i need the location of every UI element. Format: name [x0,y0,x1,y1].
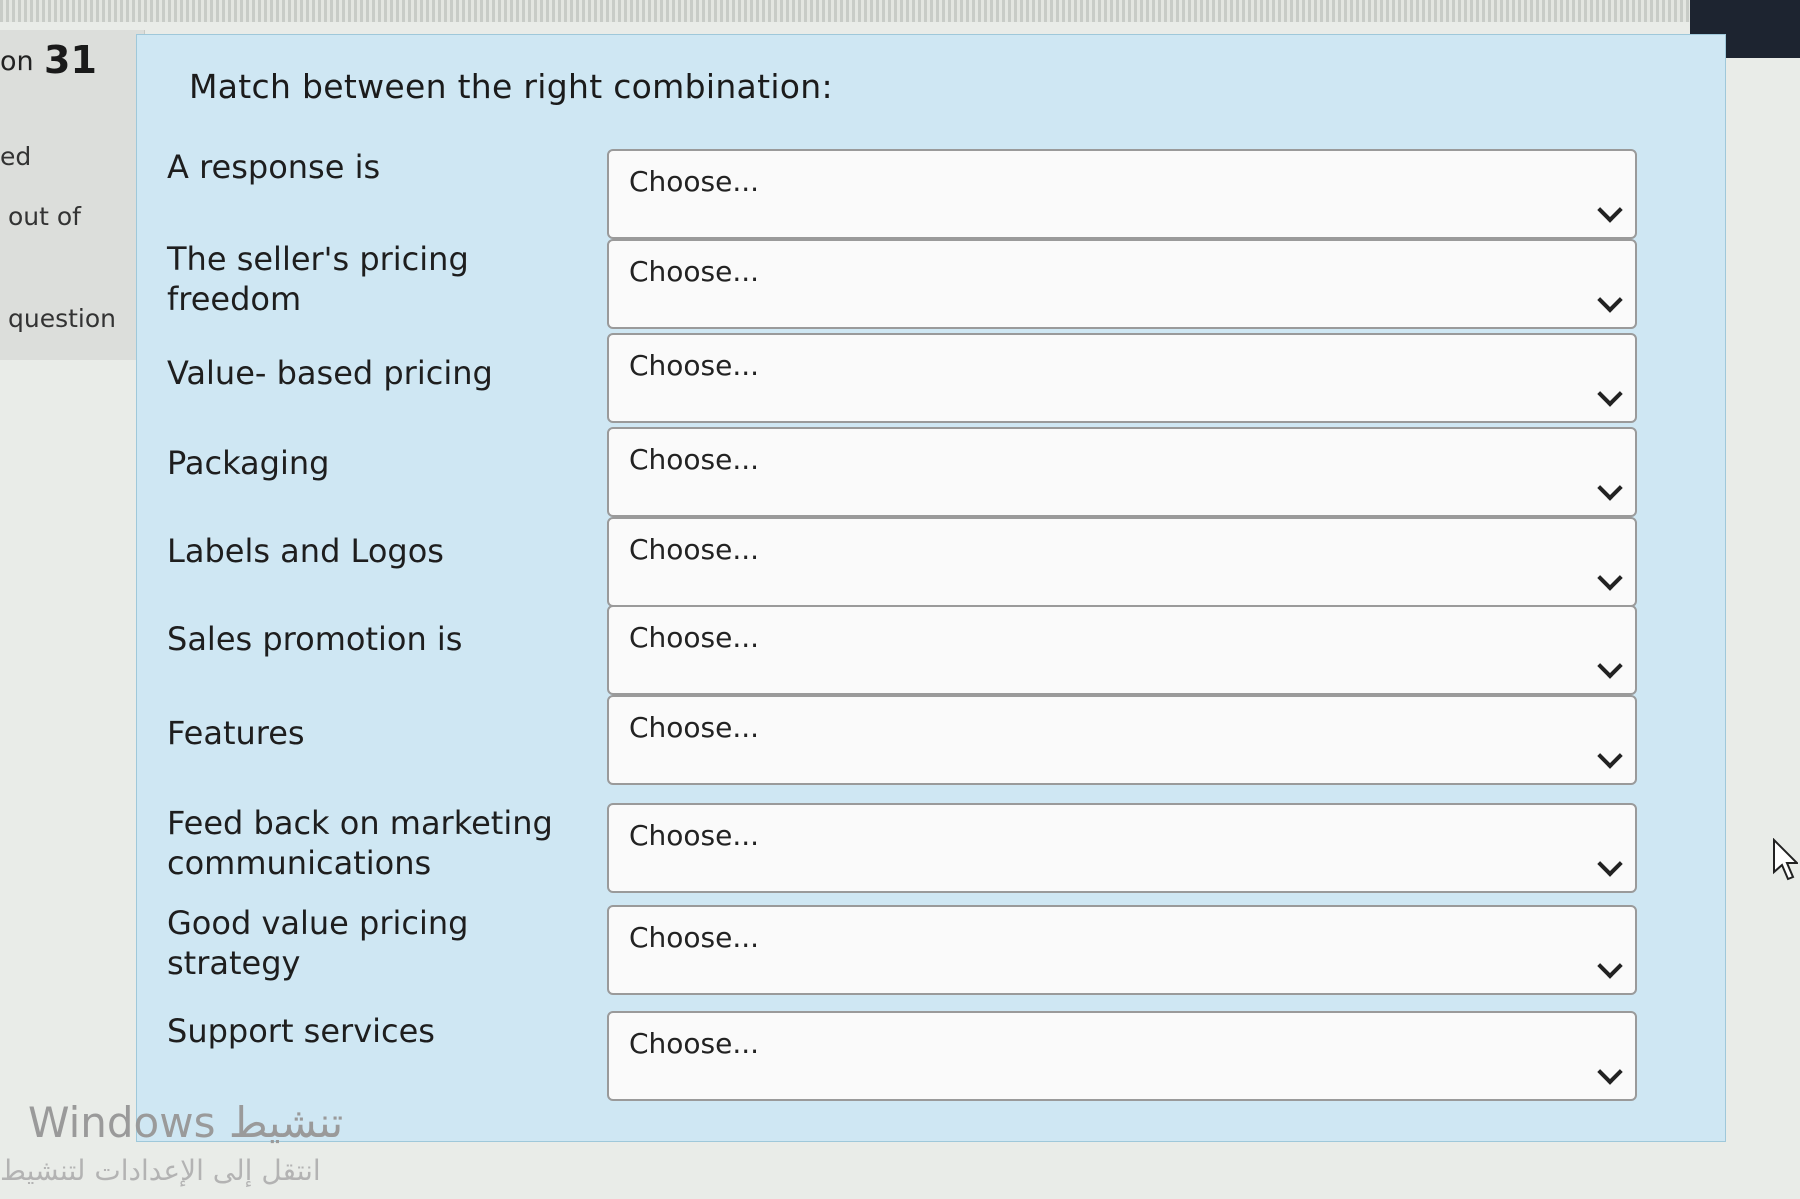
select-value: Choose... [629,1027,760,1060]
chevron-down-icon [1597,653,1623,679]
chevron-down-icon [1597,475,1623,501]
select-value: Choose... [629,533,760,566]
match-select[interactable]: Choose... [607,1011,1637,1101]
match-select[interactable]: Choose... [607,803,1637,893]
question-status: ed [0,142,32,171]
top-strip [0,0,1800,58]
flag-question-link[interactable]: question [8,304,116,333]
match-label: Packaging [167,444,330,482]
select-value: Choose... [629,921,760,954]
question-prompt: Match between the right combination: [189,67,833,106]
select-value: Choose... [629,443,760,476]
question-info-panel: on 31 ed out of question [0,30,145,360]
select-value: Choose... [629,819,760,852]
windows-activation-watermark: Windows تنشيط [28,1098,344,1147]
chevron-down-icon [1597,381,1623,407]
match-label: Sales promotion is [167,620,463,658]
match-select[interactable]: Choose... [607,905,1637,995]
select-value: Choose... [629,621,760,654]
match-select[interactable]: Choose... [607,149,1637,239]
windows-activation-subtext: انتقل إلى الإعدادات لتنشيط [0,1154,321,1187]
chevron-down-icon [1597,953,1623,979]
question-prefix: on [0,46,34,77]
chevron-down-icon [1597,851,1623,877]
select-value: Choose... [629,711,760,744]
match-label: Good value pricing strategy [167,904,469,982]
chevron-down-icon [1597,287,1623,313]
match-label: The seller's pricing freedom [167,240,469,318]
match-label: A response is [167,148,381,186]
match-select[interactable]: Choose... [607,239,1637,329]
match-select[interactable]: Choose... [607,333,1637,423]
question-content: Match between the right combination: A r… [136,34,1726,1142]
chevron-down-icon [1597,1059,1623,1085]
match-label: Support services [167,1012,435,1050]
mouse-pointer-icon [1772,837,1800,886]
select-value: Choose... [629,255,760,288]
match-label: Features [167,714,305,752]
chevron-down-icon [1597,197,1623,223]
match-select[interactable]: Choose... [607,605,1637,695]
match-label: Value- based pricing [167,354,493,392]
select-value: Choose... [629,349,760,382]
select-value: Choose... [629,165,760,198]
match-label: Labels and Logos [167,532,444,570]
chevron-down-icon [1597,565,1623,591]
match-select[interactable]: Choose... [607,427,1637,517]
question-mark: out of [8,202,81,231]
match-label: Feed back on marketing communications [167,804,553,882]
match-select[interactable]: Choose... [607,695,1637,785]
match-select[interactable]: Choose... [607,517,1637,607]
chevron-down-icon [1597,743,1623,769]
question-number: 31 [44,38,97,82]
